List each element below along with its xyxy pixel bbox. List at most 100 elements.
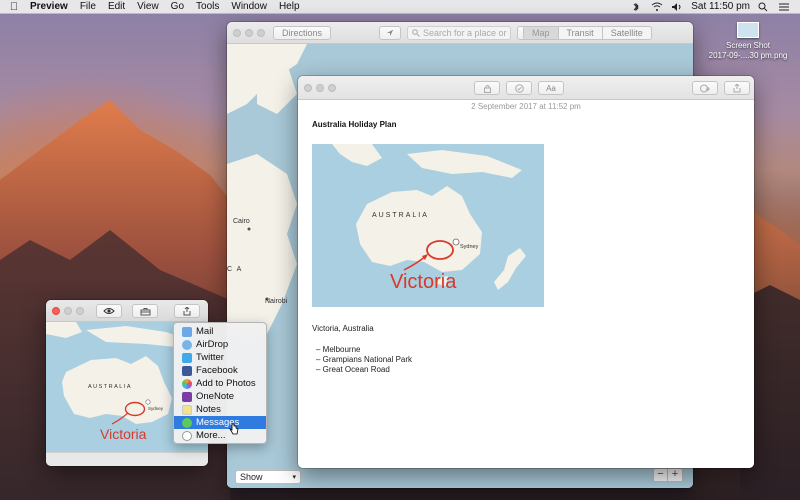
note-editor[interactable]: 2 September 2017 at 11:52 pm Australia H… [298, 100, 754, 468]
volume-icon[interactable] [671, 2, 683, 12]
menu-item-label: Twitter [196, 352, 224, 363]
share-menu: Mail AirDrop Twitter Facebook Add to Pho… [173, 322, 267, 444]
zoom-button[interactable] [257, 28, 265, 37]
eye-icon [103, 308, 115, 314]
menu-view[interactable]: View [131, 1, 165, 12]
share-icon [733, 83, 741, 92]
notes-toolbar: Aa [298, 76, 754, 100]
menu-edit[interactable]: Edit [102, 1, 131, 12]
minimize-button[interactable] [245, 28, 253, 37]
file-thumbnail [737, 22, 759, 38]
show-dropdown[interactable]: Show ▾ [235, 470, 301, 484]
menu-item-label: More... [196, 430, 226, 441]
show-dropdown-label: Show [240, 472, 263, 482]
share-menu-item-twitter[interactable]: Twitter [174, 351, 266, 364]
maps-search-field[interactable]: Search for a place or [407, 26, 511, 40]
bluetooth-icon[interactable] [631, 2, 643, 12]
onenote-icon [182, 391, 192, 402]
notes-window: Aa 2 September 2017 at 11:52 pm Australi… [298, 76, 754, 468]
share-menu-item-mail[interactable]: Mail [174, 325, 266, 338]
map-label-australia: AUSTRALIA [88, 384, 133, 390]
search-icon [412, 29, 420, 37]
menu-item-label: Mail [196, 326, 214, 337]
lock-note-button[interactable] [474, 81, 500, 95]
file-name-line1: Screen Shot [725, 41, 771, 50]
checklist-button[interactable] [506, 81, 532, 95]
wifi-icon[interactable] [651, 2, 663, 12]
add-people-icon [699, 84, 710, 92]
menu-app-name[interactable]: Preview [28, 1, 74, 12]
list-item: Grampians National Park [316, 355, 412, 365]
minimize-button[interactable] [316, 83, 324, 92]
map-label-cairo: Cairo [233, 218, 250, 225]
current-location-button[interactable] [379, 26, 401, 40]
menu-item-label: Add to Photos [196, 378, 256, 389]
zoom-button[interactable] [328, 83, 336, 92]
notes-share-button[interactable] [724, 81, 750, 95]
maps-bottom-bar: Show ▾ − + [227, 466, 693, 488]
note-bullet-list: Melbourne Grampians National Park Great … [316, 345, 412, 375]
share-menu-item-onenote[interactable]: OneNote [174, 390, 266, 403]
chevron-down-icon: ▾ [292, 474, 296, 481]
share-menu-item-add-to-photos[interactable]: Add to Photos [174, 377, 266, 390]
share-menu-item-notes[interactable]: Notes [174, 403, 266, 416]
list-item: Melbourne [316, 345, 412, 355]
format-button[interactable]: Aa [538, 81, 564, 95]
tab-map[interactable]: Map [524, 27, 559, 39]
menu-file[interactable]: File [74, 1, 102, 12]
share-menu-item-airdrop[interactable]: AirDrop [174, 338, 266, 351]
menu-window[interactable]: Window [225, 1, 273, 12]
menu-help[interactable]: Help [273, 1, 306, 12]
share-icon [183, 306, 191, 315]
minimize-button[interactable] [64, 306, 72, 315]
close-button[interactable] [52, 306, 60, 315]
menu-item-label: OneNote [196, 391, 235, 402]
menu-bar:  Preview File Edit View Go Tools Window… [0, 0, 800, 14]
zoom-button[interactable] [76, 306, 84, 315]
file-name-line2: 2017-09-....30 pm.png [708, 51, 788, 60]
map-annotation-victoria: Victoria [390, 271, 457, 293]
quick-look-button[interactable] [96, 304, 122, 318]
apple-menu-icon[interactable]:  [0, 1, 28, 13]
photos-icon [182, 378, 192, 389]
search-placeholder: Search for a place or [423, 28, 507, 38]
spotlight-search-icon[interactable] [758, 2, 770, 12]
desktop-screenshot-file[interactable]: Screen Shot 2017-09-....30 pm.png [700, 22, 796, 61]
map-label-australia: AUSTRALIA [372, 212, 429, 219]
close-button[interactable] [304, 83, 312, 92]
mail-icon [182, 326, 192, 337]
map-label-sydney: Sydney [460, 244, 479, 250]
note-title: Australia Holiday Plan [312, 120, 397, 129]
menu-go[interactable]: Go [165, 1, 190, 12]
tab-transit[interactable]: Transit [558, 27, 603, 39]
note-map-image[interactable]: AUSTRALIA Sydney Victoria [312, 144, 544, 307]
text-format-icon: Aa [546, 83, 556, 93]
checkmark-icon [514, 83, 524, 93]
notification-center-icon[interactable] [778, 2, 790, 12]
maps-toolbar: Directions Search for a place or Map Tra… [227, 22, 693, 44]
twitter-icon [182, 352, 192, 363]
toolbox-icon [140, 307, 150, 315]
pointer-cursor-icon [229, 423, 239, 435]
directions-button[interactable]: Directions [273, 26, 331, 40]
messages-icon [182, 417, 192, 428]
share-menu-item-messages[interactable]: Messages [174, 416, 266, 429]
share-menu-item-facebook[interactable]: Facebook [174, 364, 266, 377]
menu-item-label: Notes [196, 404, 221, 415]
share-menu-item-more[interactable]: More... [174, 429, 266, 442]
zoom-control: − + [653, 468, 683, 482]
zoom-out-button[interactable]: − [654, 469, 668, 481]
menubar-clock[interactable]: Sat 11:50 pm [691, 1, 750, 12]
markup-toolbox-button[interactable] [132, 304, 158, 318]
preview-share-button[interactable] [174, 304, 200, 318]
menu-tools[interactable]: Tools [190, 1, 225, 12]
close-button[interactable] [233, 28, 241, 37]
facebook-icon [182, 365, 192, 376]
tab-satellite[interactable]: Satellite [602, 27, 651, 39]
add-people-button[interactable] [692, 81, 718, 95]
notes-icon [182, 404, 192, 415]
more-icon [182, 430, 192, 441]
zoom-in-button[interactable]: + [668, 469, 682, 481]
preview-footer [46, 452, 208, 466]
map-label-africa: C A [227, 266, 243, 273]
